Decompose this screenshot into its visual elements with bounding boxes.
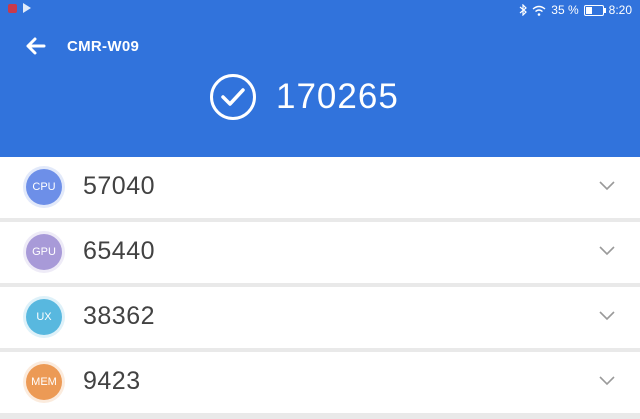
cpu-badge: CPU bbox=[26, 169, 62, 205]
clock: 8:20 bbox=[608, 3, 632, 17]
gpu-badge: GPU bbox=[26, 234, 62, 270]
notification-icon bbox=[8, 3, 17, 13]
total-score-block: 170265 bbox=[210, 74, 399, 120]
battery-icon bbox=[583, 4, 606, 16]
app-bar: CMR-W09 bbox=[0, 26, 640, 66]
bluetooth-icon bbox=[519, 4, 528, 16]
ux-badge: UX bbox=[26, 299, 62, 335]
chevron-down-icon[interactable] bbox=[598, 180, 616, 192]
battery-fill bbox=[585, 6, 592, 14]
device-title: CMR-W09 bbox=[67, 38, 140, 55]
score-row-mem[interactable]: MEM 9423 bbox=[0, 352, 640, 413]
battery-percent: 35 % bbox=[551, 3, 579, 17]
header: 35 % 8:20 CMR-W09 170265 bbox=[0, 0, 640, 157]
chevron-down-icon[interactable] bbox=[598, 375, 616, 387]
cpu-score: 57040 bbox=[83, 172, 156, 200]
check-circle-icon bbox=[210, 74, 256, 120]
mem-badge: MEM bbox=[26, 364, 62, 400]
total-score: 170265 bbox=[276, 77, 399, 116]
status-bar: 35 % 8:20 bbox=[0, 0, 640, 20]
score-row-gpu[interactable]: GPU 65440 bbox=[0, 222, 640, 283]
ux-score: 38362 bbox=[83, 302, 156, 330]
mem-score: 9423 bbox=[83, 367, 141, 395]
play-store-icon bbox=[23, 3, 31, 13]
back-button[interactable] bbox=[22, 34, 48, 58]
score-row-ux[interactable]: UX 38362 bbox=[0, 287, 640, 348]
chevron-down-icon[interactable] bbox=[598, 310, 616, 322]
chevron-down-icon[interactable] bbox=[598, 245, 616, 257]
score-row-cpu[interactable]: CPU 57040 bbox=[0, 157, 640, 218]
wifi-icon bbox=[532, 5, 546, 16]
gpu-score: 65440 bbox=[83, 237, 156, 265]
back-arrow-icon bbox=[26, 37, 46, 55]
